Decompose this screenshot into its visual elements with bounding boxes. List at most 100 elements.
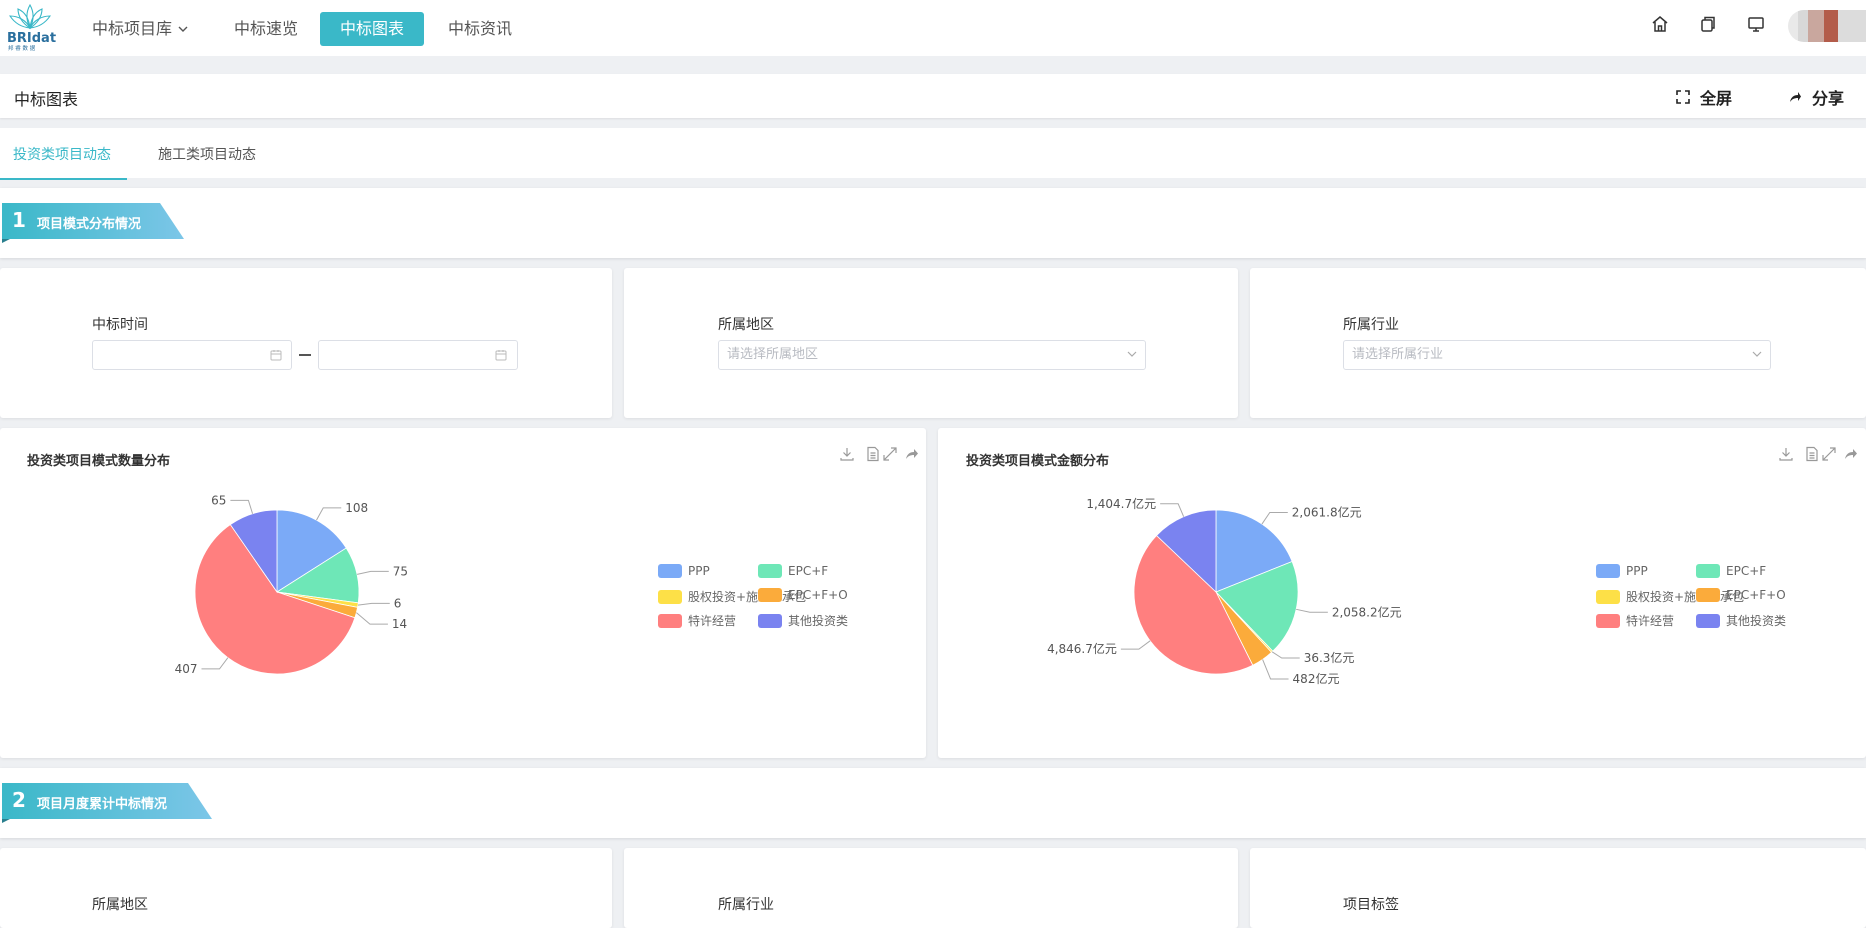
legend-swatch (1696, 613, 1720, 628)
nav-label: 中标项目库 (92, 19, 173, 38)
chevron-down-icon (1752, 351, 1762, 357)
filter-card-region: 所属地区 请选择所属地区 (624, 268, 1238, 418)
nav-item-overview[interactable]: 中标速览 (214, 12, 318, 46)
filter-card-region-2: 所属地区 (0, 848, 612, 928)
legend-item-concession[interactable]: 特许经营 (658, 612, 736, 629)
copy-icon[interactable] (1698, 14, 1720, 36)
legend-item-epcfo[interactable]: EPC+F+O (1696, 588, 1786, 602)
tab-investment[interactable]: 投资类项目动态 (0, 144, 127, 180)
filter-card-industry: 所属行业 请选择所属行业 (1250, 268, 1866, 418)
region-select[interactable]: 请选择所属地区 (718, 340, 1146, 370)
brand-logo[interactable]: BRIdata 邦 睿 数 据 (4, 2, 65, 52)
legend-item-epcfo[interactable]: EPC+F+O (758, 588, 848, 602)
legend-swatch (1696, 564, 1720, 578)
legend-swatch (1696, 588, 1720, 602)
download-icon[interactable] (839, 446, 855, 462)
expand-icon[interactable] (882, 446, 898, 462)
data-label: 407 (175, 662, 198, 676)
nav-item-project-library[interactable]: 中标项目库 (72, 12, 208, 46)
logo-text: BRIdata (7, 31, 56, 46)
filter-card-industry-2: 所属行业 (624, 848, 1238, 928)
monitor-icon[interactable] (1746, 14, 1768, 36)
data-label: 65 (211, 493, 226, 507)
calendar-icon (270, 350, 282, 361)
legend-label: 其他投资类 (788, 614, 849, 628)
data-label: 108 (345, 501, 368, 515)
tab-bar: 投资类项目动态 施工类项目动态 (0, 128, 1866, 180)
expand-icon[interactable] (1821, 446, 1837, 462)
legend-swatch (658, 613, 682, 628)
label-line (356, 570, 389, 575)
legend-swatch (658, 589, 682, 604)
avatar[interactable] (1788, 10, 1866, 42)
filter-card-time: 中标时间 (0, 268, 612, 418)
legend-item-ppp[interactable]: PPP (1596, 564, 1648, 578)
fullscreen-button[interactable]: 全屏 (1676, 85, 1732, 109)
legend-label: EPC+F (788, 564, 829, 578)
data-label: 482亿元 (1293, 671, 1340, 686)
legend-label: EPC+F+O (788, 588, 848, 602)
calendar-icon (495, 350, 507, 361)
data-label: 2,061.8亿元 (1292, 504, 1362, 519)
chart-card-amount: 投资类项目模式金额分布 2,061.8亿元 2,058.2亿元 36.3亿元 482亿… (938, 428, 1866, 758)
page-title: 中标图表 (14, 90, 79, 109)
data-label: 4,846.7亿元 (1047, 641, 1117, 656)
filter-card-tag-2: 项目标签 (1250, 848, 1866, 928)
nav-item-news[interactable]: 中标资讯 (428, 12, 532, 46)
fullscreen-icon (1676, 90, 1690, 104)
region-placeholder: 请选择所属地区 (727, 347, 819, 362)
start-date-input[interactable] (92, 340, 292, 370)
data-label: 1,404.7亿元 (1086, 496, 1156, 511)
legend-swatch (758, 564, 782, 578)
industry-select[interactable]: 请选择所属行业 (1343, 340, 1771, 370)
legend-label: EPC+F+O (1726, 588, 1786, 602)
end-date-input[interactable] (318, 340, 518, 370)
label-line (1261, 511, 1288, 525)
top-nav: BRIdata 邦 睿 数 据 中标项目库 中标速览 中标图表 中标资讯 (0, 0, 1866, 56)
share-icon[interactable] (1843, 446, 1859, 462)
legend-label: 其他投资类 (1726, 614, 1787, 628)
legend-item-ppp[interactable]: PPP (658, 564, 710, 578)
chart-card-count: 投资类项目模式数量分布 108 75 6 14 407 65 PPP EPC+F 股权投资+施… (0, 428, 926, 758)
filter-label-industry: 所属行业 (718, 897, 774, 913)
nav-item-charts[interactable]: 中标图表 (320, 12, 425, 46)
filter-label-region: 所属地区 (92, 897, 148, 913)
legend-item-other-investment[interactable]: 其他投资类 (1696, 612, 1786, 629)
label-line (1262, 659, 1289, 680)
label-line (201, 657, 229, 670)
tab-construction[interactable]: 施工类项目动态 (158, 144, 256, 178)
data-view-icon[interactable] (865, 446, 881, 462)
page-header: 中标图表 全屏 分享 (0, 74, 1866, 118)
share-icon[interactable] (904, 446, 920, 462)
share-button[interactable]: 分享 (1788, 85, 1844, 109)
label-line (1160, 503, 1185, 517)
legend-swatch (758, 588, 782, 602)
download-icon[interactable] (1778, 446, 1794, 462)
label-line (1296, 608, 1328, 613)
section-number: 1 (12, 208, 26, 232)
section-number: 2 (12, 788, 26, 812)
home-icon[interactable] (1650, 14, 1672, 36)
section-title: 项目模式分布情况 (37, 217, 142, 232)
data-label: 2,058.2亿元 (1332, 604, 1402, 619)
legend-swatch (658, 564, 682, 578)
data-view-icon[interactable] (1804, 446, 1820, 462)
label-line (357, 602, 390, 606)
legend-item-epcf[interactable]: EPC+F (758, 564, 828, 578)
label-line (1120, 640, 1151, 650)
legend-item-other-investment[interactable]: 其他投资类 (758, 612, 848, 629)
legend-label: 特许经营 (688, 614, 737, 628)
share-icon (1790, 92, 1801, 102)
legend-swatch (1596, 564, 1620, 578)
filter-label-tag: 项目标签 (1343, 897, 1399, 913)
data-label: 36.3亿元 (1304, 650, 1355, 665)
filter-label-industry: 所属行业 (1343, 317, 1399, 333)
legend-item-concession[interactable]: 特许经营 (1596, 612, 1674, 629)
legend-item-epcf[interactable]: EPC+F (1696, 564, 1766, 578)
data-label: 14 (392, 617, 407, 631)
share-label: 分享 (1812, 89, 1845, 108)
label-line (356, 612, 388, 625)
filter-label-time: 中标时间 (92, 317, 148, 333)
chevron-down-icon (1127, 351, 1137, 357)
legend-label: EPC+F (1726, 564, 1767, 578)
